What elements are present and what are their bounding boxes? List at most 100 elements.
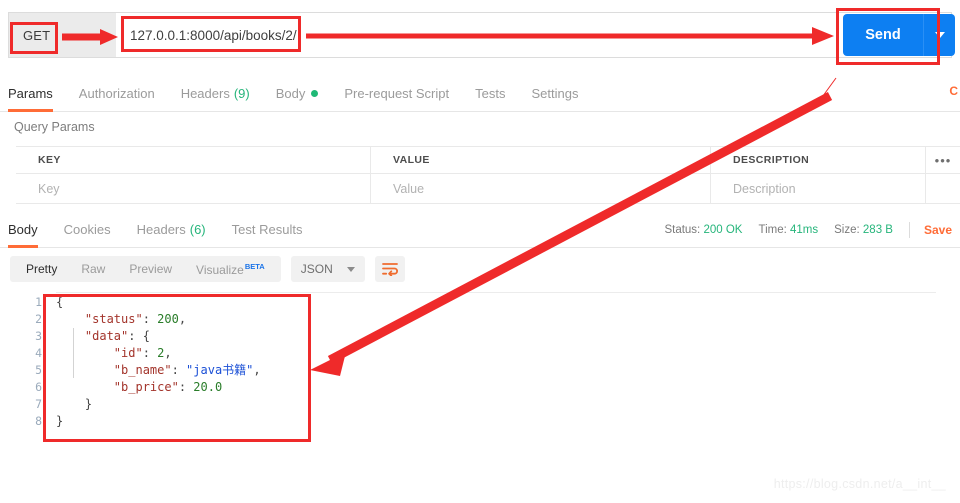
view-mode-raw[interactable]: Raw <box>69 262 117 276</box>
line-number: 8 <box>35 414 42 428</box>
query-params-title: Query Params <box>14 120 95 134</box>
code-token: 200 <box>157 312 179 326</box>
tab-settings[interactable]: Settings <box>531 76 578 112</box>
send-options-caret[interactable] <box>923 14 955 56</box>
tab-params[interactable]: Params <box>8 76 53 112</box>
response-tab-body[interactable]: Body <box>8 212 38 248</box>
tab-body[interactable]: Body <box>276 76 319 112</box>
line-number: 6 <box>35 380 42 394</box>
tab-params-label: Params <box>8 86 53 101</box>
postman-window: GET 127.0.0.1:8000/api/books/2/ Send Par… <box>0 0 960 503</box>
response-tab-headers[interactable]: Headers (6) <box>137 212 206 248</box>
code-line: "data": { <box>56 328 261 345</box>
line-number: 7 <box>35 397 42 411</box>
row-spacer <box>926 174 960 203</box>
watermark: https://blog.csdn.net/a__int__ <box>773 477 946 491</box>
tab-pre-request-script-label: Pre-request Script <box>344 86 450 101</box>
param-description-input[interactable]: Description <box>711 174 926 203</box>
response-format-select[interactable]: JSON <box>290 256 365 282</box>
code-fold-guide <box>73 328 74 378</box>
tab-authorization-label: Authorization <box>78 86 155 101</box>
code-line: "id": 2, <box>56 345 261 362</box>
view-mode-pretty[interactable]: Pretty <box>14 262 69 276</box>
response-tab-test-results[interactable]: Test Results <box>232 212 303 248</box>
status-badge: 200 OK <box>703 224 743 236</box>
tab-headers-label: Headers <box>180 86 230 101</box>
url-input[interactable]: 127.0.0.1:8000/api/books/2/ <box>116 12 952 58</box>
code-token: 20.0 <box>193 380 223 394</box>
size-value: 283 B <box>862 224 893 236</box>
word-wrap-button[interactable] <box>374 256 405 282</box>
view-mode-visualize[interactable]: VisualizeBETA <box>184 262 277 277</box>
line-number-gutter: 1 2 3 4 5 6 7 8 <box>0 294 48 430</box>
save-response-button[interactable]: Save <box>924 223 952 237</box>
code-line: { <box>56 294 261 311</box>
view-mode-group: Pretty Raw Preview VisualizeBETA <box>10 256 281 282</box>
line-number: 1 <box>35 295 42 309</box>
code-top-divider <box>56 292 936 293</box>
code-content: { "status": 200, "data": { "id": 2, "b_n… <box>56 294 261 430</box>
cookies-link[interactable]: C <box>949 84 958 98</box>
response-meta: Status: 200 OK Time: 41ms Size: 283 B Sa… <box>648 212 952 248</box>
time-label: Time: 41ms <box>758 224 819 236</box>
response-body-viewer[interactable]: 1 2 3 4 5 6 7 8 { "status": 200, "data": { "id"… <box>0 292 960 454</box>
url-value: 127.0.0.1:8000/api/books/2/ <box>130 27 297 43</box>
line-number: 2 <box>35 312 42 326</box>
tab-tests-label: Tests <box>475 86 506 101</box>
word-wrap-icon <box>381 263 398 276</box>
code-token: } <box>56 414 64 428</box>
code-token: } <box>56 397 93 411</box>
table-options-button[interactable]: ••• <box>926 147 960 173</box>
tab-settings-label: Settings <box>531 86 579 101</box>
send-button-group[interactable]: Send <box>843 14 955 56</box>
http-method-selector[interactable]: GET <box>8 12 116 58</box>
code-token: : <box>178 380 194 394</box>
response-body-toolbar: Pretty Raw Preview VisualizeBETA JSON <box>10 256 405 282</box>
table-header-row: KEY VALUE DESCRIPTION ••• <box>16 146 960 174</box>
divider <box>908 222 910 238</box>
http-method-label: GET <box>23 27 51 43</box>
code-token: : { <box>128 329 150 343</box>
tab-headers-count: (9) <box>233 86 250 101</box>
code-line: "b_name": "java书籍", <box>56 362 261 379</box>
code-token: "b_name" <box>113 363 172 377</box>
code-token: "java书籍" <box>186 363 254 377</box>
request-tabs: Params Authorization Headers (9) Body Pr… <box>0 76 960 112</box>
response-headers-count: (6) <box>189 222 206 237</box>
send-button[interactable]: Send <box>843 14 923 56</box>
code-token: : <box>171 363 187 377</box>
param-value-input[interactable]: Value <box>371 174 711 203</box>
tab-headers[interactable]: Headers (9) <box>181 76 250 112</box>
size-label: Size: 283 B <box>834 224 893 236</box>
code-line: } <box>56 396 261 413</box>
chevron-down-icon <box>934 32 945 38</box>
tab-authorization[interactable]: Authorization <box>79 76 155 112</box>
line-number: 3 <box>35 329 42 343</box>
code-token: "data" <box>84 329 129 343</box>
tab-tests[interactable]: Tests <box>475 76 505 112</box>
column-header-key: KEY <box>16 147 371 173</box>
beta-badge: BETA <box>244 261 265 271</box>
code-token: , <box>253 363 261 377</box>
view-mode-preview[interactable]: Preview <box>117 262 184 276</box>
code-token: , <box>164 346 172 360</box>
body-indicator-dot-icon <box>311 90 319 97</box>
code-token: "id" <box>113 346 143 360</box>
chevron-down-icon <box>346 266 355 272</box>
tab-pre-request-script[interactable]: Pre-request Script <box>344 76 449 112</box>
response-tab-cookies[interactable]: Cookies <box>64 212 111 248</box>
tab-body-label: Body <box>275 86 306 101</box>
column-header-description: DESCRIPTION <box>711 147 926 173</box>
ellipsis-icon: ••• <box>934 152 952 168</box>
code-line: "b_price": 20.0 <box>56 379 261 396</box>
table-row[interactable]: Key Value Description <box>16 174 960 204</box>
param-key-input[interactable]: Key <box>16 174 371 203</box>
code-token: : <box>142 312 158 326</box>
code-token: : <box>142 346 158 360</box>
query-params-table: KEY VALUE DESCRIPTION ••• Key Value Desc… <box>16 146 960 204</box>
time-value: 41ms <box>790 224 819 236</box>
